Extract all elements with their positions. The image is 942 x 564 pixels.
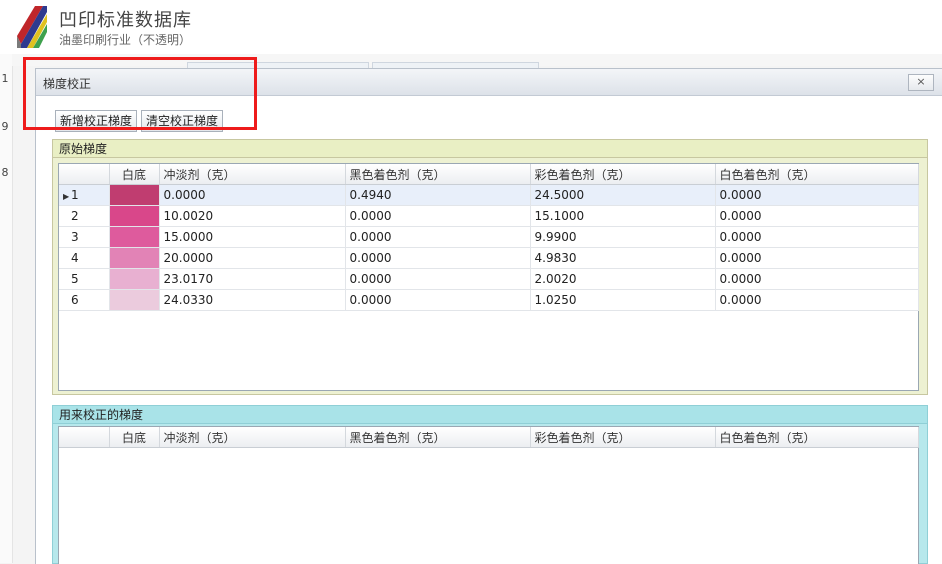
background-row-number: 8 [1,166,9,179]
cell-white[interactable]: 0.0000 [715,226,919,248]
cell-base-swatch[interactable] [109,247,160,269]
cell-color[interactable]: 15.1000 [530,205,716,227]
cell-white[interactable]: 0.0000 [715,205,919,227]
color-swatch [109,206,158,226]
app-subtitle: 油墨印刷行业（不透明） [59,33,192,47]
cell-base-swatch[interactable] [109,205,160,227]
close-icon[interactable]: × [908,74,934,91]
color-swatch [109,290,158,310]
color-swatch [109,227,158,247]
cell-white[interactable]: 0.0000 [715,247,919,269]
cell-diluent[interactable]: 23.0170 [159,268,346,290]
column-header-rownum[interactable] [59,164,110,185]
cell-diluent[interactable]: 0.0000 [159,184,346,206]
column-header-black[interactable]: 黑色着色剂（克） [345,427,531,448]
table-row[interactable]: 5 23.0170 0.0000 2.0020 0.0000 [59,268,919,290]
cell-diluent[interactable]: 15.0000 [159,226,346,248]
cell-color[interactable]: 24.5000 [530,184,716,206]
cell-color[interactable]: 1.0250 [530,289,716,311]
cell-black[interactable]: 0.0000 [345,247,531,269]
cell-diluent[interactable]: 24.0330 [159,289,346,311]
cell-rownum[interactable]: 3 [59,226,110,248]
current-row-marker-icon: ▶ [63,192,70,201]
cell-white[interactable]: 0.0000 [715,289,919,311]
cell-white[interactable]: 0.0000 [715,268,919,290]
original-gradient-title: 原始梯度 [52,139,928,158]
cell-base-swatch[interactable] [109,289,160,311]
app-header: 凹印标准数据库 油墨印刷行业（不透明） [0,0,942,55]
table-row[interactable]: 2 10.0020 0.0000 15.1000 0.0000 [59,205,919,227]
original-gradient-group: 原始梯度 白底 冲淡剂（克） 黑色着色剂（克） 彩色着色剂（克） 白色着色剂（克… [52,139,928,395]
cell-black[interactable]: 0.0000 [345,205,531,227]
row-number: 3 [71,230,79,244]
cell-rownum[interactable]: 2 [59,205,110,227]
app-title: 凹印标准数据库 [59,10,192,31]
cell-white[interactable]: 0.0000 [715,184,919,206]
background-row-strip: 1 9 8 [0,54,13,563]
color-swatch [109,269,158,289]
table-row[interactable]: 3 15.0000 0.0000 9.9900 0.0000 [59,226,919,248]
table-row[interactable]: 4 20.0000 0.0000 4.9830 0.0000 [59,247,919,269]
column-header-white[interactable]: 白色着色剂（克） [715,427,919,448]
cell-base-swatch[interactable] [109,268,160,290]
cell-rownum[interactable]: ▶ 1 [59,184,110,206]
column-header-diluent[interactable]: 冲淡剂（克） [159,427,346,448]
table-row[interactable]: 6 24.0330 0.0000 1.0250 0.0000 [59,289,919,311]
cell-rownum[interactable]: 6 [59,289,110,311]
original-gradient-grid: 白底 冲淡剂（克） 黑色着色剂（克） 彩色着色剂（克） 白色着色剂（克） ▶ 1 0… [58,163,919,391]
correction-gradient-group: 用来校正的梯度 白底 冲淡剂（克） 黑色着色剂（克） 彩色着色剂（克） 白色着色… [52,405,928,564]
grid-header-row: 白底 冲淡剂（克） 黑色着色剂（克） 彩色着色剂（克） 白色着色剂（克） [59,427,919,448]
column-header-color[interactable]: 彩色着色剂（克） [530,427,716,448]
cell-black[interactable]: 0.0000 [345,289,531,311]
cell-black[interactable]: 0.0000 [345,268,531,290]
row-number: 1 [71,188,79,202]
column-header-black[interactable]: 黑色着色剂（克） [345,164,531,185]
gradient-correction-dialog: 梯度校正 × 新增校正梯度 清空校正梯度 原始梯度 白底 冲淡剂（克） 黑色着色… [35,68,942,564]
row-number: 4 [71,251,79,265]
column-header-color[interactable]: 彩色着色剂（克） [530,164,716,185]
row-number: 5 [71,272,79,286]
cell-rownum[interactable]: 4 [59,247,110,269]
background-row-number: 9 [1,120,9,133]
red-highlight-box [23,57,257,130]
cell-color[interactable]: 4.9830 [530,247,716,269]
app-logo-icon [17,6,47,48]
grid-header-row: 白底 冲淡剂（克） 黑色着色剂（克） 彩色着色剂（克） 白色着色剂（克） [59,164,919,185]
column-header-diluent[interactable]: 冲淡剂（克） [159,164,346,185]
column-header-base[interactable]: 白底 [109,427,160,448]
cell-black[interactable]: 0.0000 [345,226,531,248]
correction-gradient-title: 用来校正的梯度 [52,405,928,424]
cell-diluent[interactable]: 20.0000 [159,247,346,269]
correction-gradient-body: 白底 冲淡剂（克） 黑色着色剂（克） 彩色着色剂（克） 白色着色剂（克） [52,424,928,564]
column-header-rownum[interactable] [59,427,110,448]
background-row-number: 1 [1,72,9,85]
row-number: 2 [71,209,79,223]
table-row[interactable]: ▶ 1 0.0000 0.4940 24.5000 0.0000 [59,184,919,206]
row-number: 6 [71,293,79,307]
cell-diluent[interactable]: 10.0020 [159,205,346,227]
color-swatch [109,248,158,268]
cell-color[interactable]: 9.9900 [530,226,716,248]
column-header-white[interactable]: 白色着色剂（克） [715,164,919,185]
cell-base-swatch[interactable] [109,226,160,248]
cell-color[interactable]: 2.0020 [530,268,716,290]
cell-base-swatch[interactable] [109,184,160,206]
cell-black[interactable]: 0.4940 [345,184,531,206]
column-header-base[interactable]: 白底 [109,164,160,185]
correction-gradient-grid: 白底 冲淡剂（克） 黑色着色剂（克） 彩色着色剂（克） 白色着色剂（克） [58,426,919,564]
color-swatch [109,185,158,205]
cell-rownum[interactable]: 5 [59,268,110,290]
original-gradient-body: 白底 冲淡剂（克） 黑色着色剂（克） 彩色着色剂（克） 白色着色剂（克） ▶ 1 0… [52,158,928,395]
